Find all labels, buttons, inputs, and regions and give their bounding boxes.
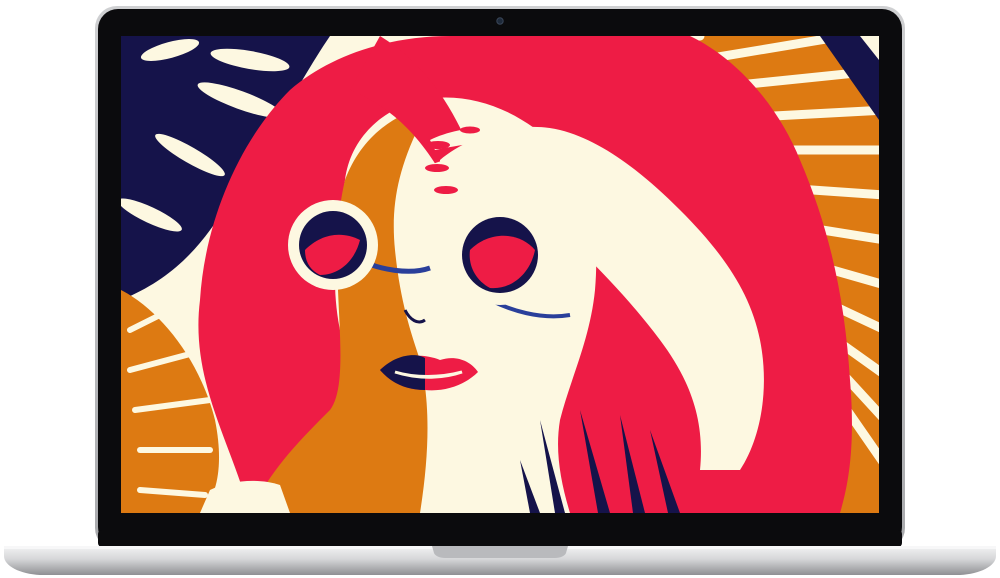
camera-dot-icon [496, 17, 504, 25]
laptop-mockup [0, 0, 1000, 578]
screen-chin [98, 530, 902, 547]
laptop-svg [4, 6, 996, 575]
open-notch[interactable] [432, 546, 568, 558]
wallpaper [121, 36, 879, 513]
